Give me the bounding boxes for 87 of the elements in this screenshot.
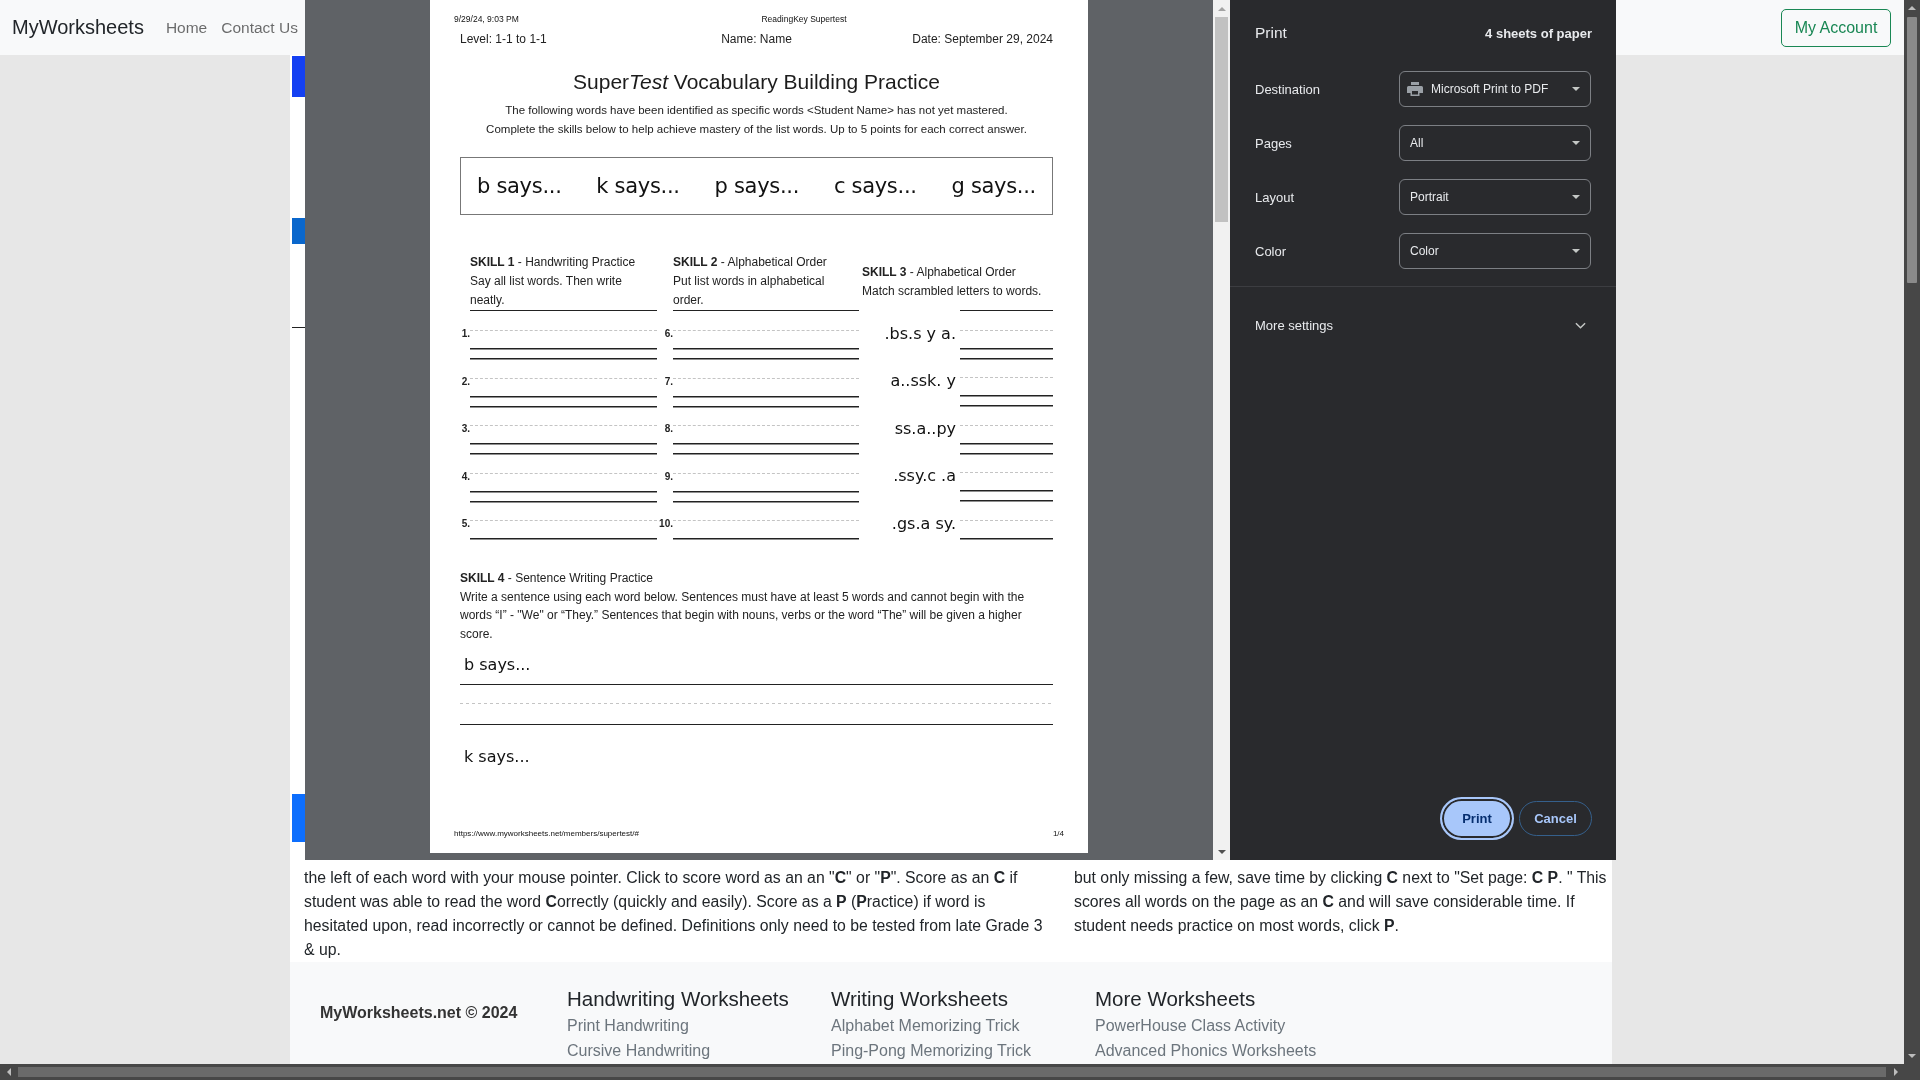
nav-link[interactable]: Contact Us xyxy=(217,18,302,37)
footer-heading: More Worksheets xyxy=(1095,986,1256,1012)
meta-text: Level: 1-1 to 1-1 xyxy=(460,31,548,47)
print-date-text: 9/29/24, 9:03 PM xyxy=(454,14,520,24)
field-label: Layout xyxy=(1255,189,1296,205)
item-number: 7. xyxy=(663,376,673,387)
instruction-paragraph: the left of each word with your mouse pointer. Click to score word as an an "C" or "P". Score as an C if student was able to read the word Correctly (quickly and easily). Score as a P (Practice) if word is hesitated upon, read incorrectly or cannot be defined. Definitions only need to be tested from late Grade 3 & up. xyxy=(304,868,1044,960)
down-arrow-icon[interactable] xyxy=(1908,1054,1916,1058)
document-title-text: ReadingKey Supertest xyxy=(760,14,848,24)
scrollbar-thumb[interactable] xyxy=(1907,17,1917,283)
item-number: 9. xyxy=(663,471,673,482)
skill-instruction: Match scrambled letters to words. xyxy=(862,283,1042,300)
copyright-text: MyWorksheets.net © 2024 xyxy=(320,1004,519,1022)
skill-heading: SKILL 2 - Alphabetical Order xyxy=(673,254,827,271)
worksheet-title: SuperTest Vocabulary Building Practice xyxy=(572,69,941,95)
down-arrow-icon[interactable] xyxy=(1217,849,1226,854)
dropdown[interactable]: Color xyxy=(1399,233,1591,269)
brand-link[interactable]: MyWorksheets xyxy=(12,16,144,39)
nav-link[interactable]: Home xyxy=(161,18,212,37)
footer-link[interactable]: Alphabet Memorizing Trick xyxy=(831,1015,1020,1037)
account-button[interactable]: My Account xyxy=(1781,8,1891,47)
vocabulary-word: c says... xyxy=(833,174,917,198)
button-edge[interactable] xyxy=(292,56,305,97)
scrambled-word: ss.a..py xyxy=(893,418,957,439)
up-arrow-icon[interactable] xyxy=(1217,6,1226,11)
field-label: Destination xyxy=(1255,81,1322,97)
item-number: 6. xyxy=(663,329,673,339)
page-number-text: 1/4 xyxy=(1052,829,1064,839)
dialog-title: Print xyxy=(1255,24,1287,42)
skill-instruction: Write a sentence using each word below. Sentences must have at least 5 words and cannot begin with the words “I” - "We" or “They.” Sentences that begin with nouns, verbs or the word “The” will be given a higher score. xyxy=(460,588,1026,643)
footer-link[interactable]: Print Handwriting xyxy=(567,1015,689,1037)
scrambled-word: .bs.s y a. xyxy=(883,323,957,344)
more-settings-button[interactable]: More settings xyxy=(1255,305,1592,345)
dropdown[interactable]: Microsoft Print to PDF xyxy=(1399,71,1591,107)
page-url-text: https://www.myworksheets.net/members/supertest/# xyxy=(454,829,639,839)
scrambled-word: .gs.a sy. xyxy=(890,513,957,534)
skill-heading: SKILL 1 - Handwriting Practice xyxy=(470,254,636,271)
caret-down-icon xyxy=(1572,87,1580,91)
button-edge[interactable] xyxy=(292,218,305,244)
skill-heading: SKILL 4 - Sentence Writing Practice xyxy=(460,569,653,587)
caret-down-icon xyxy=(1572,141,1580,145)
sheet-count-text: 4 sheets of paper xyxy=(1485,25,1592,41)
vocabulary-word: p says... xyxy=(714,174,800,198)
printer-icon xyxy=(1407,82,1423,96)
button-edge[interactable] xyxy=(292,794,305,842)
item-number: 1. xyxy=(460,329,470,339)
footer-heading: Handwriting Worksheets xyxy=(567,986,789,1012)
item-number: 3. xyxy=(460,424,470,434)
left-arrow-icon[interactable] xyxy=(6,1068,11,1076)
up-arrow-icon[interactable] xyxy=(1908,6,1916,10)
vocabulary-word: g says... xyxy=(951,174,1036,198)
print-button[interactable]: Print xyxy=(1440,797,1514,840)
scrambled-word: a..ssk. y xyxy=(889,371,957,391)
footer-link[interactable]: PowerHouse Class Activity xyxy=(1095,1015,1286,1037)
right-arrow-icon[interactable] xyxy=(1893,1068,1898,1076)
scrollbar-thumb[interactable] xyxy=(1215,17,1228,222)
vocabulary-word: k says... xyxy=(596,174,680,198)
scrambled-word: .ssy.c .a xyxy=(892,466,957,486)
vocabulary-word: b says... xyxy=(477,174,562,198)
skill-instruction: Put list words in alphabetical order. xyxy=(673,273,826,309)
caret-down-icon xyxy=(1572,249,1580,253)
intro-paragraph: The following words have been identified as specific words <Student Name> has not yet mastered. Complete the skills below to help achieve mastery of the list words. Up to 5 points for each correct answer. xyxy=(485,103,1028,137)
field-label: Color xyxy=(1255,243,1288,259)
meta-text: Date: September 29, 2024 xyxy=(912,31,1053,47)
scrollbar[interactable] xyxy=(0,1064,1920,1080)
skill-instruction: Say all list words. Then write neatly. xyxy=(470,273,623,309)
scrollbar-thumb[interactable] xyxy=(18,1067,1886,1077)
dropdown[interactable]: Portrait xyxy=(1399,179,1591,215)
item-number: 10. xyxy=(658,519,673,529)
item-number: 5. xyxy=(460,519,470,529)
instruction-paragraph: but only missing a few, save time by clicking C next to "Set page: C P. " This scores all words on the page as an C and will save considerable time. If student needs practice on most words, click P. xyxy=(1074,868,1608,936)
scrollbar[interactable] xyxy=(1213,0,1230,860)
caret-down-icon xyxy=(1572,195,1580,199)
item-number: 2. xyxy=(460,376,470,387)
footer-heading: Writing Worksheets xyxy=(831,986,1008,1012)
field-label: Pages xyxy=(1255,135,1293,151)
item-number: 8. xyxy=(663,424,673,434)
footer-link[interactable]: Cursive Handwriting xyxy=(567,1040,711,1062)
item-number: 4. xyxy=(460,471,470,482)
footer-link[interactable]: Advanced Phonics Worksheets xyxy=(1095,1040,1317,1062)
footer-link[interactable]: Ping-Pong Memorizing Trick xyxy=(831,1040,1032,1062)
dropdown[interactable]: All xyxy=(1399,125,1591,161)
meta-text: Name: Name xyxy=(721,31,792,47)
scrollbar[interactable] xyxy=(1904,0,1920,1064)
skill-heading: SKILL 3 - Alphabetical Order xyxy=(862,264,1016,281)
vocabulary-word: k says... xyxy=(463,745,530,768)
vocabulary-word: b says... xyxy=(463,653,531,676)
